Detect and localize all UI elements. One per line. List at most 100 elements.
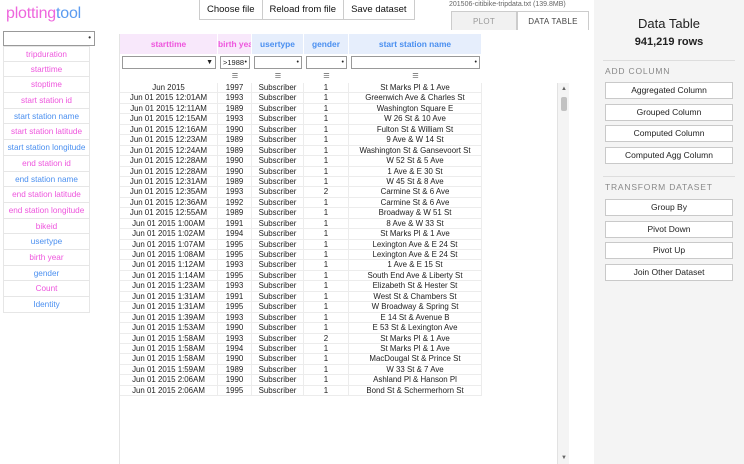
dropdown-arrow-icon[interactable]: ▼ [206,57,213,68]
table-row[interactable]: Jun 01 2015 1:58AM 1994 Subscriber 1 St Mark… [120,343,569,355]
column-header[interactable]: birth year [218,34,252,54]
filter-input[interactable]: ▼ [122,56,216,69]
table-cell: 1991 [218,218,252,230]
field-item[interactable]: birth year [3,249,90,266]
filter-dot-icon[interactable]: • [297,57,299,68]
table-cell: 1993 [218,114,252,125]
table-cell: Subscriber [252,239,304,250]
field-item[interactable]: start station latitude [3,124,90,141]
table-row[interactable]: Jun 01 2015 12:24AM 1989 Subscriber 1 Washin… [120,145,569,157]
table-row[interactable]: Jun 01 2015 2:06AM 1990 Subscriber 1 Ashland… [120,375,569,386]
table-cell: Jun 01 2015 12:24AM [120,145,218,157]
column-header[interactable]: starttime [120,34,218,54]
summary-row[interactable]: Jun 2015 1997 Subscriber 1 St Marks Pl & 1 A… [120,83,569,94]
field-item[interactable]: usertype [3,234,90,250]
table-row[interactable]: Jun 01 2015 1:00AM 1991 Subscriber 1 8 Ave &… [120,218,569,230]
column-header[interactable]: gender [304,34,349,54]
field-item[interactable]: bikeid [3,218,90,235]
table-row[interactable]: Jun 01 2015 12:28AM 1990 Subscriber 1 1 Ave … [120,166,569,177]
field-item[interactable]: end station longitude [3,202,90,219]
choose-file-button[interactable]: Choose file [199,0,263,20]
scroll-thumb[interactable] [561,97,567,111]
field-item[interactable]: end station name [3,171,90,188]
filter-dot-icon[interactable]: • [342,57,344,68]
table-row[interactable]: Jun 01 2015 12:31AM 1989 Subscriber 1 W 45 S… [120,176,569,188]
table-row[interactable]: Jun 01 2015 12:16AM 1990 Subscriber 1 Fulton… [120,124,569,136]
table-cell: Jun 01 2015 12:28AM [120,156,218,167]
table-row[interactable]: Jun 01 2015 12:11AM 1989 Subscriber 1 Washin… [120,103,569,115]
column-menu-icon[interactable]: ≡ [218,71,252,83]
field-item[interactable]: tripduration [3,46,90,62]
pivot-up-button[interactable]: Pivot Up [605,242,733,259]
save-dataset-button[interactable]: Save dataset [343,0,415,20]
column-menu-icon[interactable]: ≡ [252,71,304,83]
field-item[interactable]: end station id [3,155,90,172]
grouped-column-button[interactable]: Grouped Column [605,104,733,121]
field-search[interactable]: • [3,31,95,49]
field-item[interactable]: starttime [3,61,90,78]
field-search-dot-icon[interactable]: • [88,33,91,42]
table-cell: 1 [304,291,349,303]
field-item[interactable]: end station latitude [3,187,90,203]
tab-data-table[interactable]: DATA TABLE [517,11,589,30]
filter-dot-icon[interactable]: • [245,57,247,68]
filter-input[interactable]: • [306,56,347,69]
table-scrollbar[interactable]: ▲ ▼ [557,83,569,464]
divider [603,176,735,177]
table-row[interactable]: Jun 01 2015 1:39AM 1993 Subscriber 1 E 14 St… [120,312,569,324]
column-header[interactable]: start station name [349,34,482,54]
table-row[interactable]: Jun 01 2015 12:23AM 1989 Subscriber 1 9 Ave … [120,135,569,146]
filter-dot-icon[interactable]: • [475,57,477,68]
table-row[interactable]: Jun 01 2015 1:12AM 1993 Subscriber 1 1 Ave &… [120,260,569,271]
reload-from-file-button[interactable]: Reload from file [261,0,345,20]
table-row[interactable]: Jun 01 2015 12:28AM 1990 Subscriber 1 W 52 S… [120,156,569,167]
table-row[interactable]: Jun 01 2015 2:06AM 1995 Subscriber 1 Bond St… [120,385,569,397]
table-cell: 1993 [218,281,252,292]
field-item[interactable]: start station name [3,108,90,125]
field-item[interactable]: start station id [3,93,90,109]
field-item[interactable]: gender [3,265,90,282]
table-row[interactable]: Jun 01 2015 1:23AM 1993 Subscriber 1 Elizabe… [120,281,569,292]
filter-input[interactable]: • [254,56,302,69]
table-row[interactable]: Jun 01 2015 1:02AM 1994 Subscriber 1 St Mark… [120,229,569,240]
table-row[interactable]: Jun 01 2015 12:35AM 1993 Subscriber 2 Carmin… [120,187,569,198]
column-menu-icon[interactable]: ≡ [304,71,349,83]
scroll-down-icon[interactable]: ▼ [559,453,569,463]
computed-agg-column-button[interactable]: Computed Agg Column [605,147,733,164]
table-row[interactable]: Jun 01 2015 12:15AM 1993 Subscriber 1 W 26 S… [120,114,569,125]
tab-plot[interactable]: PLOT [451,11,517,30]
filter-input[interactable]: • [351,56,480,69]
table-row[interactable]: Jun 01 2015 1:14AM 1995 Subscriber 1 South E… [120,270,569,282]
table-cell: 1997 [218,83,252,94]
table-row[interactable]: Jun 01 2015 1:31AM 1995 Subscriber 1 W Broad… [120,302,569,313]
field-item[interactable]: Identity [3,297,90,313]
table-row[interactable]: Jun 01 2015 1:58AM 1993 Subscriber 2 St Mark… [120,333,569,344]
table-row[interactable]: Jun 01 2015 1:07AM 1995 Subscriber 1 Lexingt… [120,239,569,250]
table-row[interactable]: Jun 01 2015 12:36AM 1992 Subscriber 1 Carmin… [120,197,569,209]
filter-input[interactable]: >1988 • [220,56,250,69]
join-other-dataset-button[interactable]: Join Other Dataset [605,264,733,281]
table-row[interactable]: Jun 01 2015 1:58AM 1990 Subscriber 1 MacDoug… [120,354,569,365]
scroll-up-icon[interactable]: ▲ [559,84,569,94]
add-column-label: ADD COLUMN [605,66,671,76]
computed-column-button[interactable]: Computed Column [605,125,733,142]
column-menu-icon[interactable]: ≡ [349,71,482,83]
table-row[interactable]: Jun 01 2015 12:01AM 1993 Subscriber 1 Greenw… [120,93,569,104]
table-cell: W 33 St & 7 Ave [349,364,482,376]
table-row[interactable]: Jun 01 2015 12:55AM 1989 Subscriber 1 Broadw… [120,208,569,219]
column-header[interactable]: usertype [252,34,304,54]
table-row[interactable]: Jun 01 2015 1:31AM 1991 Subscriber 1 West St… [120,291,569,303]
table-row[interactable]: Jun 01 2015 1:08AM 1995 Subscriber 1 Lexingt… [120,250,569,261]
table-row[interactable]: Jun 01 2015 1:53AM 1990 Subscriber 1 E 53 St… [120,323,569,334]
table-cell: 1 [304,114,349,125]
table-cell: Carmine St & 6 Ave [349,197,482,209]
table-cell: Lexington Ave & E 24 St [349,250,482,261]
field-item[interactable]: Count [3,281,90,297]
pivot-down-button[interactable]: Pivot Down [605,221,733,238]
table-cell: 2 [304,187,349,198]
field-item[interactable]: stoptime [3,77,90,94]
field-item[interactable]: start station longitude [3,140,90,156]
group-by-button[interactable]: Group By [605,199,733,216]
table-row[interactable]: Jun 01 2015 1:59AM 1989 Subscriber 1 W 33 St… [120,364,569,376]
aggregated-column-button[interactable]: Aggregated Column [605,82,733,99]
